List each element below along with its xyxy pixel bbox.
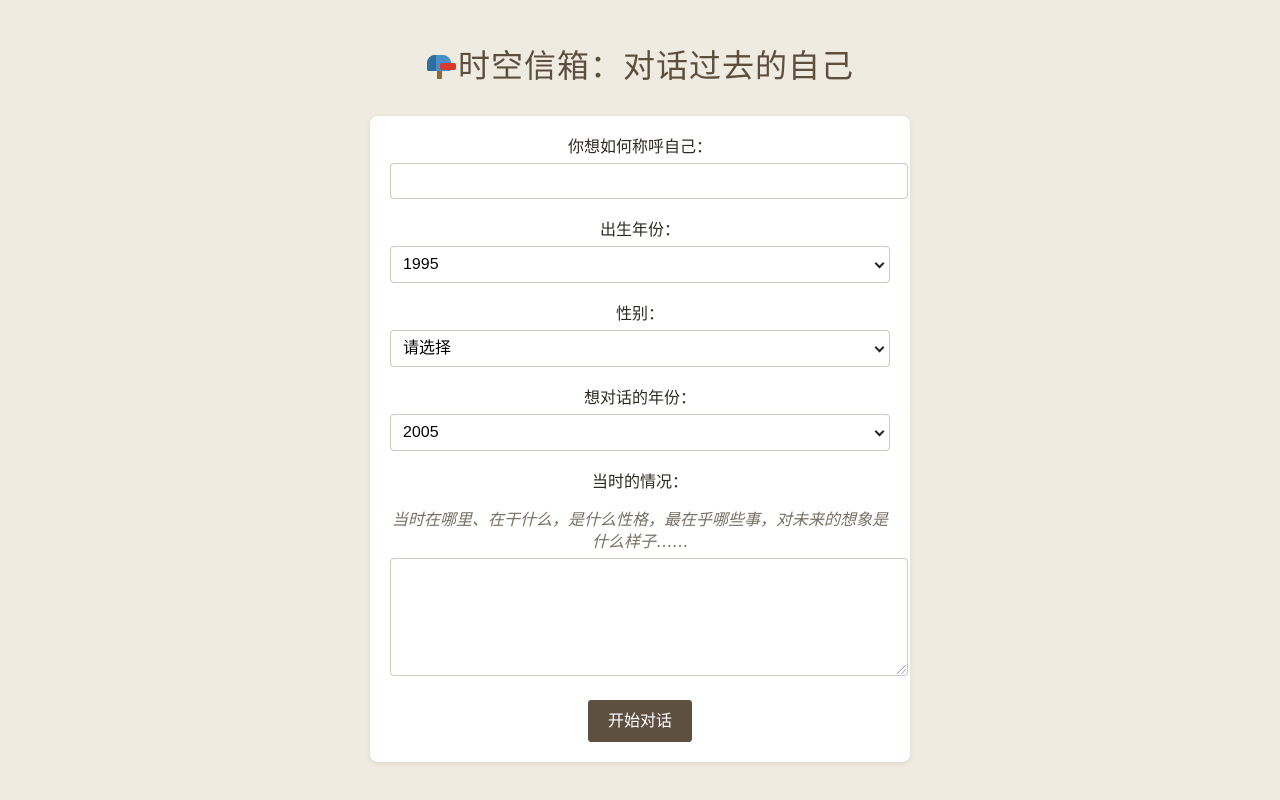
name-input[interactable] (390, 163, 908, 199)
target-year-value: 2005 (403, 424, 439, 441)
chevron-down-icon (874, 426, 885, 437)
situation-label: 当时的情况： (591, 472, 688, 491)
gender-select[interactable]: 请选择 (390, 330, 890, 367)
name-label: 你想如何称呼自己： (567, 137, 712, 156)
situation-hint: 当时在哪里、在干什么，是什么性格，最在乎哪些事，对未来的想象是什么样子…… (391, 510, 888, 551)
profile-form-card: 你想如何称呼自己： 出生年份： 1995 性别： 请选择 想对话的年份： 200… (370, 116, 910, 762)
situation-textarea[interactable] (390, 558, 908, 676)
resize-handle-icon[interactable] (897, 665, 906, 674)
chevron-down-icon (874, 342, 885, 353)
mailbox-icon (426, 49, 456, 79)
birth-year-value: 1995 (403, 256, 439, 273)
start-conversation-button[interactable]: 开始对话 (588, 700, 692, 742)
birth-year-label: 出生年份： (599, 220, 680, 239)
birth-year-select[interactable]: 1995 (390, 246, 890, 283)
chevron-down-icon (874, 258, 885, 269)
target-year-select[interactable]: 2005 (390, 414, 890, 451)
gender-label: 性别： (615, 304, 664, 323)
gender-value: 请选择 (403, 340, 452, 357)
page-title: 时空信箱：对话过去的自己 (0, 42, 1280, 90)
page-title-text: 时空信箱：对话过去的自己 (457, 47, 854, 85)
target-year-label: 想对话的年份： (583, 388, 696, 407)
